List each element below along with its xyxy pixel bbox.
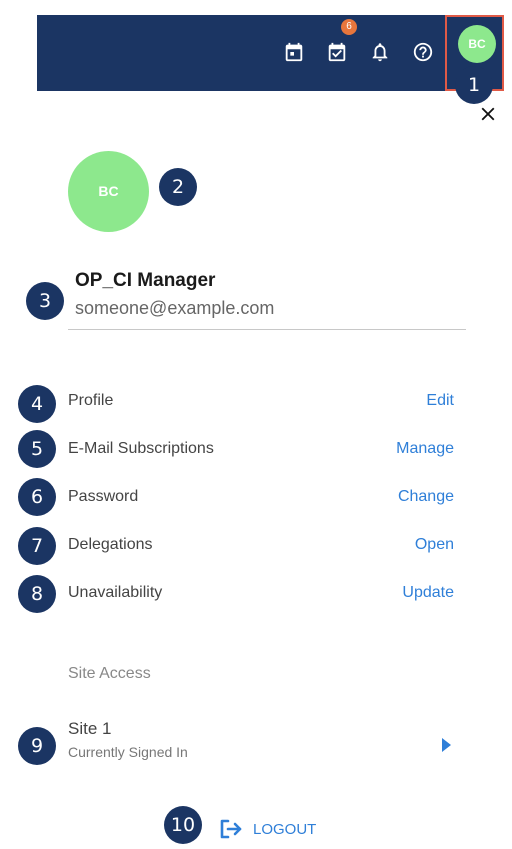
site-access-heading: Site Access [68,665,151,682]
email-subscriptions-manage-link[interactable]: Manage [396,440,454,458]
user-name: OP_CI Manager [75,270,216,291]
top-header-bar: 6 BC [37,15,504,91]
tasks-check-icon[interactable] [326,41,348,63]
email-subscriptions-label: E-Mail Subscriptions [68,440,214,457]
annotation-marker: 7 [18,527,56,565]
annotation-marker: 5 [18,430,56,468]
password-change-link[interactable]: Change [398,488,454,506]
annotation-marker: 2 [159,168,197,206]
password-label: Password [68,488,139,505]
annotation-marker: 1 [455,66,493,104]
delegations-open-link[interactable]: Open [415,536,454,554]
annotation-marker: 10 [164,806,202,844]
unavailability-update-link[interactable]: Update [402,584,454,602]
bell-icon[interactable] [369,41,391,63]
user-email: someone@example.com [75,298,275,318]
delegations-label: Delegations [68,536,153,553]
annotation-marker: 8 [18,575,56,613]
unavailability-label: Unavailability [68,584,163,601]
annotation-marker: 4 [18,385,56,423]
logout-button[interactable]: LOGOUT [219,817,316,841]
caret-right-icon[interactable] [440,738,452,752]
logout-icon [220,819,242,839]
tasks-count-badge: 6 [341,19,357,35]
site-status: Currently Signed In [68,744,188,760]
profile-label: Profile [68,392,114,409]
close-icon[interactable] [477,103,499,125]
help-icon[interactable] [412,41,434,63]
site-name[interactable]: Site 1 [68,719,111,739]
user-avatar-button[interactable]: BC [458,25,496,63]
annotation-marker: 6 [18,478,56,516]
calendar-icon[interactable] [283,41,305,63]
profile-edit-link[interactable]: Edit [426,392,454,410]
annotation-marker: 9 [18,727,56,765]
divider [68,329,466,330]
user-avatar-large: BC [68,151,149,232]
logout-label: LOGOUT [253,820,317,838]
annotation-marker: 3 [26,282,64,320]
